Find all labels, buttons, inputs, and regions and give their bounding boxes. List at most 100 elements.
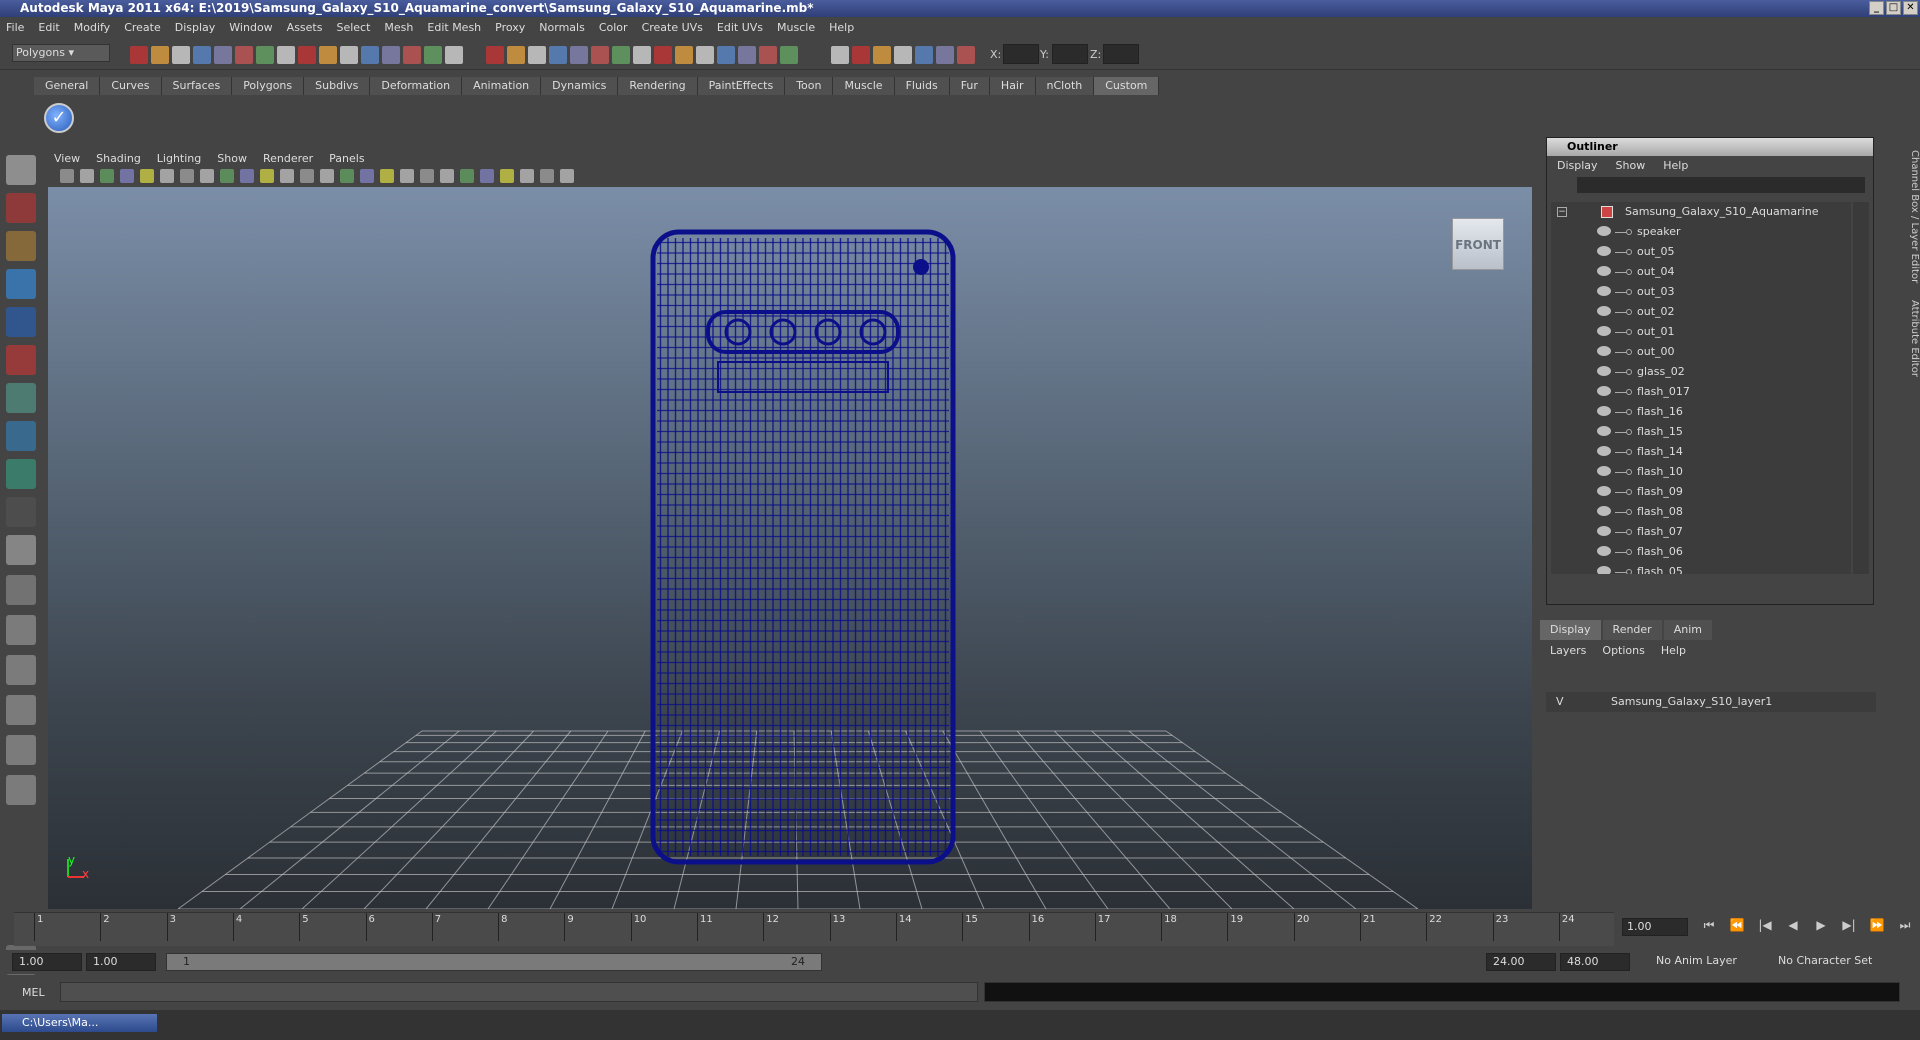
toolbar-tool-icon[interactable] xyxy=(256,46,274,64)
soft-mod-icon[interactable] xyxy=(6,421,36,451)
minimize-button[interactable]: _ xyxy=(1869,1,1884,15)
shelf-tab-rendering[interactable]: Rendering xyxy=(618,77,698,95)
shelf-tab-deformation[interactable]: Deformation xyxy=(370,77,463,95)
viewport-tool-icon[interactable] xyxy=(540,169,554,183)
toolbar-tool-icon[interactable] xyxy=(193,46,211,64)
toolbar-tool-icon[interactable] xyxy=(654,46,672,64)
viewport-tool-icon[interactable] xyxy=(180,169,194,183)
anim-end-field[interactable]: 48.00 xyxy=(1560,953,1630,971)
layout-icon[interactable] xyxy=(6,615,36,645)
toolbar-tool-icon[interactable] xyxy=(172,46,190,64)
x-input[interactable] xyxy=(1003,44,1039,64)
shelf-tab-fluids[interactable]: Fluids xyxy=(894,77,950,95)
viewport-tool-icon[interactable] xyxy=(320,169,334,183)
viewport-tool-icon[interactable] xyxy=(100,169,114,183)
mel-label[interactable]: MEL xyxy=(22,986,45,999)
viewport-menu-view[interactable]: View xyxy=(54,152,80,165)
menu-help[interactable]: Help xyxy=(829,21,854,34)
toolbar-tool-icon[interactable] xyxy=(591,46,609,64)
viewport-tool-icon[interactable] xyxy=(60,169,74,183)
menu-create-uvs[interactable]: Create UVs xyxy=(642,21,703,34)
viewport-tool-icon[interactable] xyxy=(280,169,294,183)
viewport-tool-icon[interactable] xyxy=(260,169,274,183)
toolbar-tool-icon[interactable] xyxy=(298,46,316,64)
outliner-root-item[interactable]: − Samsung_Galaxy_S10_Aquamarine xyxy=(1551,202,1851,222)
last-tool-icon[interactable] xyxy=(6,497,36,527)
current-frame-field[interactable]: 1.00 xyxy=(1622,918,1688,936)
toolbar-tool-icon[interactable] xyxy=(675,46,693,64)
lasso-tool-icon[interactable] xyxy=(6,193,36,223)
viewport-tool-icon[interactable] xyxy=(240,169,254,183)
toolbar-tool-icon[interactable] xyxy=(507,46,525,64)
step-back-key-icon[interactable]: ⏪ xyxy=(1728,918,1746,934)
toolbar-tool-icon[interactable] xyxy=(403,46,421,64)
menu-display[interactable]: Display xyxy=(175,21,216,34)
rotate-tool-icon[interactable] xyxy=(6,307,36,337)
layer-visibility-toggle[interactable]: V xyxy=(1556,695,1564,708)
outliner-item[interactable]: out_05 xyxy=(1551,242,1851,262)
toolbar-tool-icon[interactable] xyxy=(277,46,295,64)
toolbar-tool-icon[interactable] xyxy=(486,46,504,64)
play-backward-icon[interactable]: ◀ xyxy=(1784,918,1802,934)
move-tool-icon[interactable] xyxy=(6,269,36,299)
menu-muscle[interactable]: Muscle xyxy=(777,21,815,34)
viewport-menu-show[interactable]: Show xyxy=(217,152,247,165)
viewport-tool-icon[interactable] xyxy=(500,169,514,183)
toolbar-tool-icon[interactable] xyxy=(915,46,933,64)
menu-set-dropdown[interactable]: Polygons ▾ xyxy=(12,44,110,62)
outliner-item[interactable]: flash_16 xyxy=(1551,402,1851,422)
anim-start-field[interactable]: 1.00 xyxy=(12,953,82,971)
toolbar-tool-icon[interactable] xyxy=(717,46,735,64)
viewport-menu-shading[interactable]: Shading xyxy=(96,152,141,165)
outliner-item[interactable]: speaker xyxy=(1551,222,1851,242)
character-set-dropdown[interactable]: No Character Set xyxy=(1772,953,1890,971)
viewport-tool-icon[interactable] xyxy=(440,169,454,183)
toolbar-tool-icon[interactable] xyxy=(852,46,870,64)
shelf-tab-muscle[interactable]: Muscle xyxy=(833,77,895,95)
toolbar-tool-icon[interactable] xyxy=(873,46,891,64)
shelf-tab-ncloth[interactable]: nCloth xyxy=(1035,77,1095,95)
outliner-item[interactable]: flash_017 xyxy=(1551,382,1851,402)
step-forward-frame-icon[interactable]: ▶| xyxy=(1840,918,1858,934)
step-forward-key-icon[interactable]: ⏩ xyxy=(1868,918,1886,934)
shelf-tab-animation[interactable]: Animation xyxy=(462,77,542,95)
toolbar-tool-icon[interactable] xyxy=(445,46,463,64)
outliner-item[interactable]: out_04 xyxy=(1551,262,1851,282)
shelf-tab-fur[interactable]: Fur xyxy=(949,77,990,95)
go-to-start-icon[interactable]: ⏮ xyxy=(1700,918,1718,934)
toolbar-tool-icon[interactable] xyxy=(957,46,975,64)
four-layout-icon[interactable] xyxy=(6,575,36,605)
layer-menu-help[interactable]: Help xyxy=(1661,644,1686,657)
mel-input[interactable] xyxy=(60,982,978,1002)
scale-tool-icon[interactable] xyxy=(6,345,36,375)
play-forward-icon[interactable]: ▶ xyxy=(1812,918,1830,934)
outliner-item[interactable]: flash_09 xyxy=(1551,482,1851,502)
toolbar-tool-icon[interactable] xyxy=(151,46,169,64)
shelf-tab-polygons[interactable]: Polygons xyxy=(232,77,305,95)
shelf-tab-curves[interactable]: Curves xyxy=(100,77,162,95)
view-cube[interactable]: FRONT xyxy=(1452,218,1504,270)
viewport-menu-renderer[interactable]: Renderer xyxy=(263,152,313,165)
menu-create[interactable]: Create xyxy=(124,21,161,34)
expand-collapse-icon[interactable]: − xyxy=(1557,207,1567,217)
menu-window[interactable]: Window xyxy=(229,21,272,34)
toolbar-tool-icon[interactable] xyxy=(424,46,442,64)
viewport-tool-icon[interactable] xyxy=(120,169,134,183)
layer-menu-options[interactable]: Options xyxy=(1602,644,1644,657)
outliner-item[interactable]: flash_06 xyxy=(1551,542,1851,562)
shelf-tab-hair[interactable]: Hair xyxy=(989,77,1036,95)
viewport-tool-icon[interactable] xyxy=(200,169,214,183)
outliner-scrollbar[interactable] xyxy=(1853,202,1869,574)
outliner-item[interactable]: out_03 xyxy=(1551,282,1851,302)
menu-color[interactable]: Color xyxy=(599,21,628,34)
viewport-menu-panels[interactable]: Panels xyxy=(329,152,364,165)
layer-tab-render[interactable]: Render xyxy=(1602,620,1662,640)
shelf-tab-painteffects[interactable]: PaintEffects xyxy=(697,77,786,95)
toolbar-tool-icon[interactable] xyxy=(612,46,630,64)
paint-select-icon[interactable] xyxy=(6,231,36,261)
outliner-item[interactable]: glass_02 xyxy=(1551,362,1851,382)
toolbar-tool-icon[interactable] xyxy=(130,46,148,64)
toolbar-tool-icon[interactable] xyxy=(831,46,849,64)
outliner-item[interactable]: flash_07 xyxy=(1551,522,1851,542)
outliner-filter-input[interactable] xyxy=(1577,177,1865,193)
